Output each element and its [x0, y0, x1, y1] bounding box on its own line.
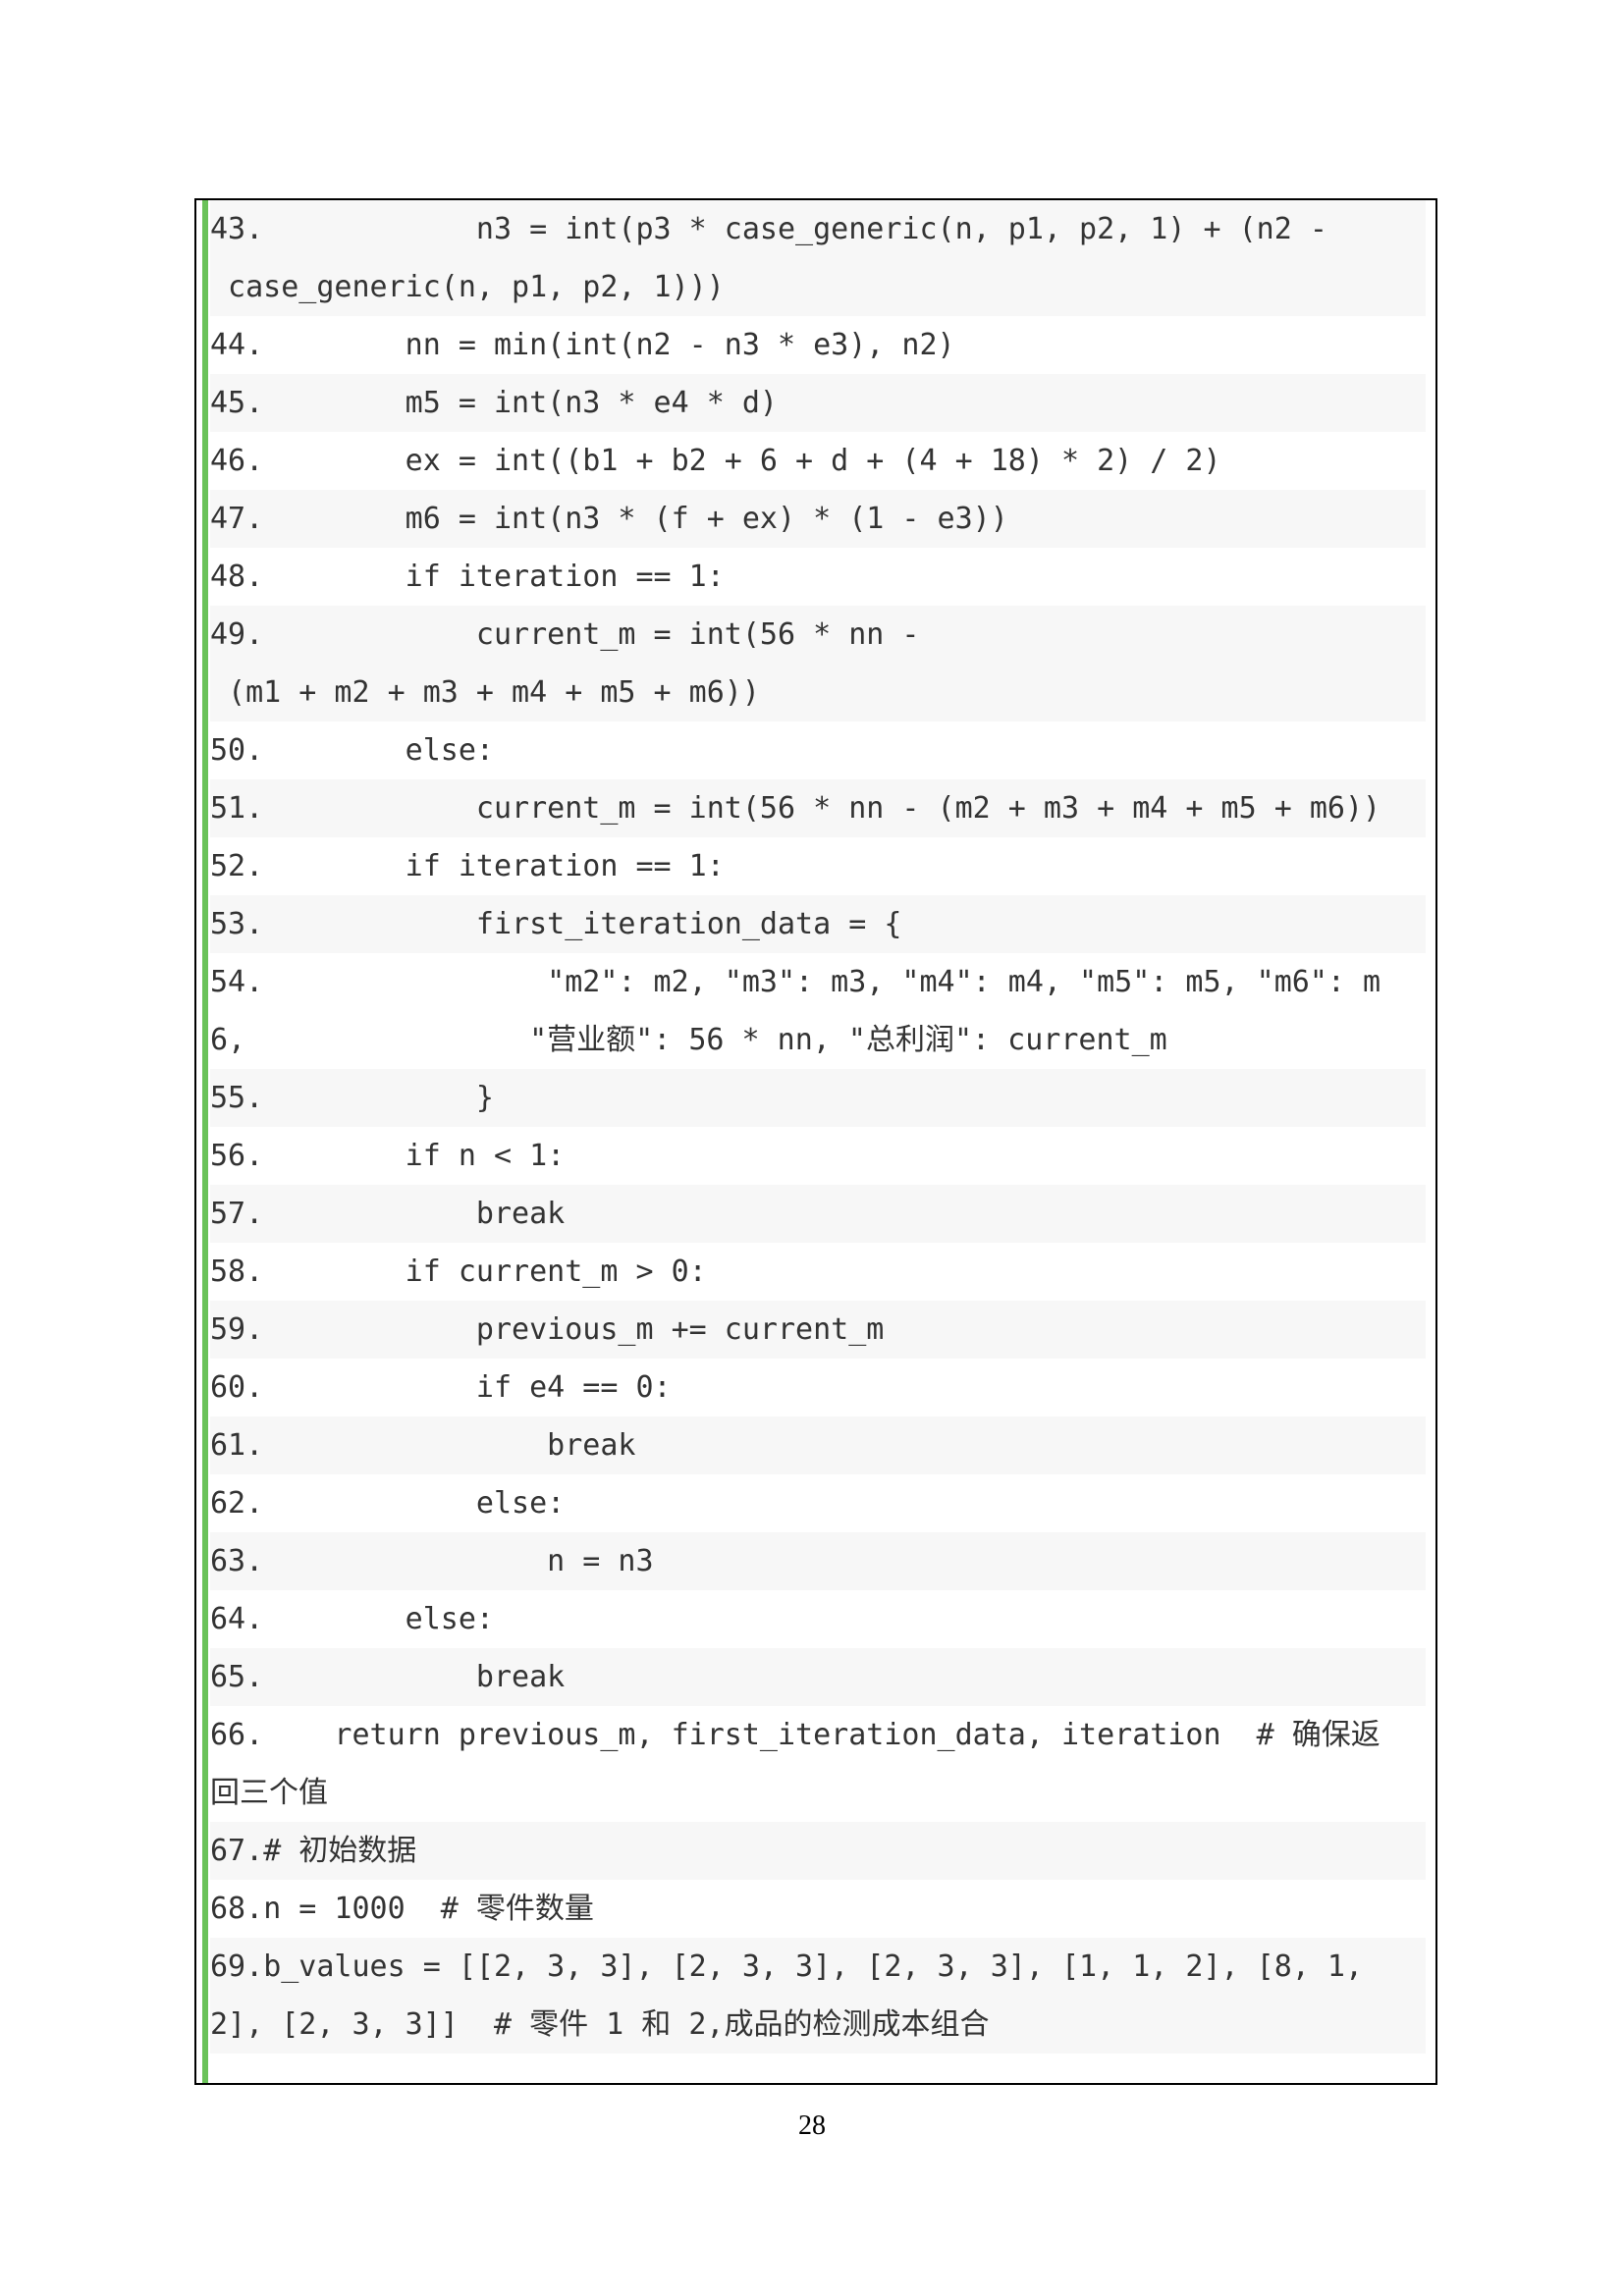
line-number: 61. [210, 1428, 264, 1463]
code-text: break [263, 1428, 636, 1463]
code-line: 63. n = n3 [210, 1532, 1426, 1590]
code-line: 62. else: [210, 1474, 1426, 1532]
code-text: if current_m > 0: [263, 1255, 707, 1289]
line-number: 67. [210, 1834, 264, 1868]
line-number: 64. [210, 1602, 264, 1636]
code-line: 61. break [210, 1416, 1426, 1474]
code-line: 45. m5 = int(n3 * e4 * d) [210, 374, 1426, 432]
code-text: break [263, 1660, 566, 1694]
line-number: 57. [210, 1197, 264, 1231]
code-line: 47. m6 = int(n3 * (f + ex) * (1 - e3)) [210, 490, 1426, 548]
code-text: if e4 == 0: [263, 1370, 672, 1405]
code-text: n3 = int(p3 * case_generic(n, p1, p2, 1)… [263, 212, 1327, 246]
line-number: 65. [210, 1660, 264, 1694]
code-line: 46. ex = int((b1 + b2 + 6 + d + (4 + 18)… [210, 432, 1426, 490]
line-number: 69. [210, 1949, 264, 1984]
code-line: 66. return previous_m, first_iteration_d… [210, 1706, 1426, 1822]
line-number: 68. [210, 1892, 264, 1926]
code-text-continuation: 回三个值 [210, 1776, 328, 1810]
line-number: 51. [210, 791, 264, 826]
code-line: 56. if n < 1: [210, 1127, 1426, 1185]
line-number: 58. [210, 1255, 264, 1289]
line-number: 45. [210, 386, 264, 420]
code-line: 53. first_iteration_data = { [210, 895, 1426, 953]
code-text: m5 = int(n3 * e4 * d) [263, 386, 778, 420]
code-gutter-bar [202, 200, 208, 2083]
line-number: 52. [210, 849, 264, 883]
code-text: m6 = int(n3 * (f + ex) * (1 - e3)) [263, 502, 1008, 536]
line-number: 60. [210, 1370, 264, 1405]
code-text-continuation: 6, "营业额": 56 * nn, "总利润": current_m [210, 1023, 1167, 1057]
code-text: if iteration == 1: [263, 560, 725, 594]
code-line: 58. if current_m > 0: [210, 1243, 1426, 1301]
code-text-continuation: (m1 + m2 + m3 + m4 + m5 + m6)) [210, 675, 760, 710]
code-text: break [263, 1197, 566, 1231]
code-line: 52. if iteration == 1: [210, 837, 1426, 895]
code-line: 57. break [210, 1185, 1426, 1243]
line-number: 54. [210, 965, 264, 999]
line-number: 46. [210, 444, 264, 478]
code-text-continuation: 2], [2, 3, 3]] # 零件 1 和 2,成品的检测成本组合 [210, 2007, 990, 2042]
code-text: "m2": m2, "m3": m3, "m4": m4, "m5": m5, … [263, 965, 1381, 999]
line-number: 50. [210, 733, 264, 768]
code-line: 67.# 初始数据 [210, 1822, 1426, 1880]
line-number: 47. [210, 502, 264, 536]
line-number: 56. [210, 1139, 264, 1173]
code-text: n = 1000 # 零件数量 [263, 1892, 594, 1926]
code-line: 55. } [210, 1069, 1426, 1127]
line-number: 63. [210, 1544, 264, 1578]
code-text: if iteration == 1: [263, 849, 725, 883]
code-line: 48. if iteration == 1: [210, 548, 1426, 606]
page-number: 28 [798, 2110, 826, 2141]
code-text: else: [263, 733, 494, 768]
code-text: n = n3 [263, 1544, 654, 1578]
code-text: } [263, 1081, 494, 1115]
code-text: b_values = [[2, 3, 3], [2, 3, 3], [2, 3,… [263, 1949, 1364, 1984]
code-text: current_m = int(56 * nn - (m2 + m3 + m4 … [263, 791, 1381, 826]
line-number: 48. [210, 560, 264, 594]
code-text: ex = int((b1 + b2 + 6 + d + (4 + 18) * 2… [263, 444, 1221, 478]
line-number: 59. [210, 1312, 264, 1347]
code-text: return previous_m, first_iteration_data,… [263, 1718, 1380, 1752]
code-line: 68.n = 1000 # 零件数量 [210, 1880, 1426, 1938]
code-text: nn = min(int(n2 - n3 * e3), n2) [263, 328, 955, 362]
line-number: 62. [210, 1486, 264, 1521]
code-line: 64. else: [210, 1590, 1426, 1648]
code-line: 50. else: [210, 721, 1426, 779]
code-line: 69.b_values = [[2, 3, 3], [2, 3, 3], [2,… [210, 1938, 1426, 2054]
line-number: 44. [210, 328, 264, 362]
code-line: 60. if e4 == 0: [210, 1359, 1426, 1416]
code-text: previous_m += current_m [263, 1312, 885, 1347]
code-text: if n < 1: [263, 1139, 566, 1173]
code-line: 59. previous_m += current_m [210, 1301, 1426, 1359]
line-number: 43. [210, 212, 264, 246]
line-number: 66. [210, 1718, 264, 1752]
line-number: 55. [210, 1081, 264, 1115]
code-line: 65. break [210, 1648, 1426, 1706]
code-text: current_m = int(56 * nn - [263, 617, 920, 652]
code-text-continuation: case_generic(n, p1, p2, 1))) [210, 270, 725, 304]
line-number: 49. [210, 617, 264, 652]
code-text: else: [263, 1486, 566, 1521]
code-line: 51. current_m = int(56 * nn - (m2 + m3 +… [210, 779, 1426, 837]
code-text: first_iteration_data = { [263, 907, 902, 941]
code-text: # 初始数据 [263, 1834, 417, 1868]
code-line: 44. nn = min(int(n2 - n3 * e3), n2) [210, 316, 1426, 374]
code-text: else: [263, 1602, 494, 1636]
code-line: 49. current_m = int(56 * nn - (m1 + m2 +… [210, 606, 1426, 721]
code-lines: 43. n3 = int(p3 * case_generic(n, p1, p2… [210, 200, 1426, 2054]
line-number: 53. [210, 907, 264, 941]
code-block: 43. n3 = int(p3 * case_generic(n, p1, p2… [194, 198, 1437, 2085]
code-line: 43. n3 = int(p3 * case_generic(n, p1, p2… [210, 200, 1426, 316]
code-line: 54. "m2": m2, "m3": m3, "m4": m4, "m5": … [210, 953, 1426, 1069]
